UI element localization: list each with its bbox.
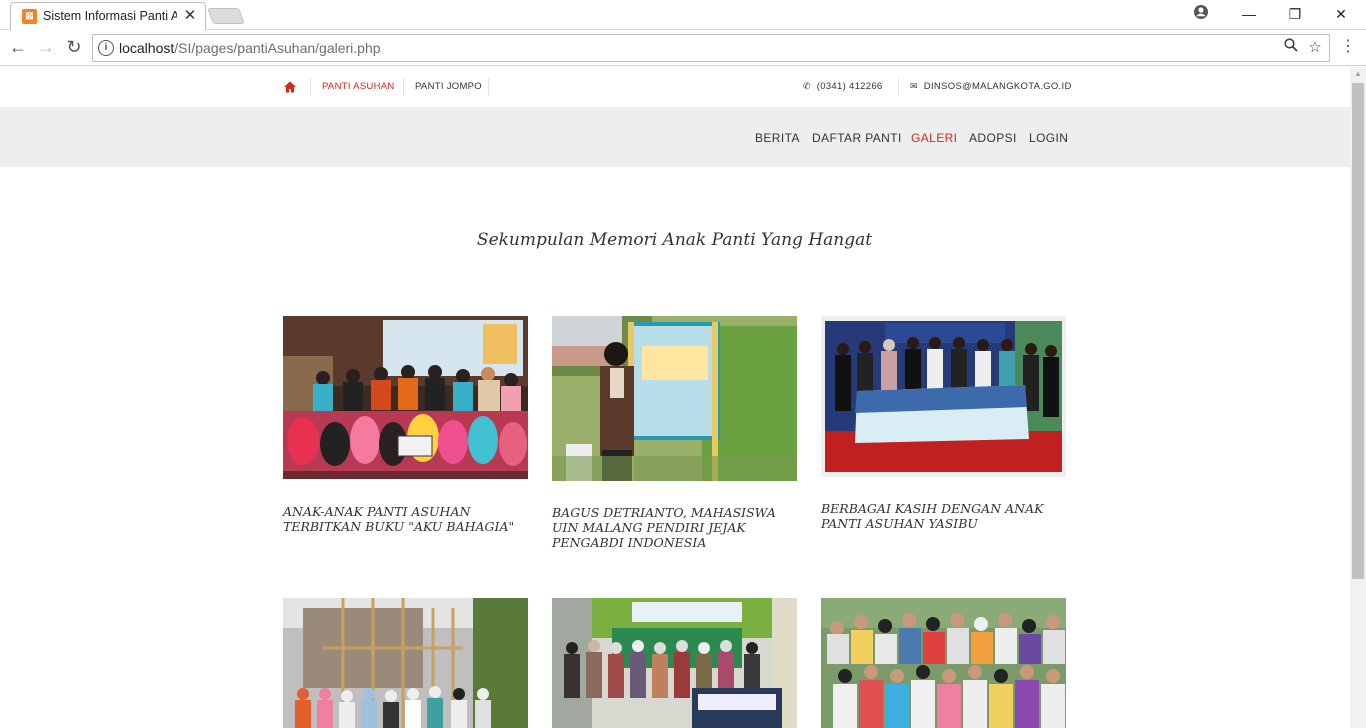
browser-toolbar: ← → ↻ i localhost/SI/pages/pantiAsuhan/g… [0, 30, 1366, 66]
children-crowd-photo[interactable] [821, 598, 1066, 728]
top-info-bar: PANTI ASUHAN PANTI JOMPO ✆ (0341) 412266… [0, 67, 1350, 107]
scrollbar-thumb[interactable] [1352, 83, 1364, 579]
browser-tab-bar: ⊠ Sistem Informasi Panti As ✕ — ❐ ✕ [0, 0, 1366, 30]
gallery-card[interactable]: BAGUS DETRIANTO, MAHASISWA UIN MALANG PE… [552, 316, 797, 556]
gallery-caption[interactable]: BAGUS DETRIANTO, MAHASISWA UIN MALANG PE… [552, 505, 792, 550]
close-window-icon[interactable]: ✕ [1330, 4, 1352, 24]
photo-image [283, 598, 528, 728]
tab-title: Sistem Informasi Panti As [43, 9, 177, 23]
email-contact: ✉ DINSOS@MALANGKOTA.GO.ID [910, 81, 1072, 92]
divider [310, 78, 311, 96]
nav-login[interactable]: LOGIN [1029, 131, 1068, 145]
page-headline: Sekumpulan Memori Anak Panti Yang Hangat [476, 230, 873, 250]
bookmark-star-icon[interactable]: ☆ [1305, 38, 1325, 58]
url-path: /SI/pages/pantiAsuhan/galeri.php [174, 40, 381, 56]
gallery-card[interactable]: BERBAGAI KASIH DENGAN ANAK PANTI ASUHAN … [821, 316, 1066, 556]
restore-icon[interactable]: ❐ [1284, 4, 1306, 24]
gallery-caption[interactable]: ANAK-ANAK PANTI ASUHAN TERBITKAN BUKU "A… [283, 504, 523, 534]
home-icon[interactable] [283, 80, 297, 94]
gallery-card[interactable] [821, 598, 1066, 728]
divider [898, 78, 899, 96]
divider [403, 78, 404, 96]
gallery-card[interactable] [552, 598, 797, 728]
reload-icon[interactable]: ↻ [62, 36, 86, 58]
phone-icon: ✆ [803, 81, 811, 91]
forward-arrow-icon[interactable]: → [34, 36, 58, 58]
browser-tab[interactable]: ⊠ Sistem Informasi Panti As ✕ [10, 2, 206, 30]
photo-image [283, 316, 528, 479]
new-tab-button[interactable] [207, 8, 245, 24]
photo-image [825, 321, 1062, 472]
minimize-icon[interactable]: — [1238, 4, 1260, 24]
address-bar[interactable]: i localhost/SI/pages/pantiAsuhan/galeri.… [92, 34, 1330, 62]
nav-galeri[interactable]: GALERI [911, 131, 957, 145]
tab-close-icon[interactable]: ✕ [183, 7, 197, 25]
nav-daftar-panti[interactable]: DAFTAR PANTI [812, 131, 902, 145]
info-icon[interactable]: i [98, 40, 114, 56]
xampp-icon: ⊠ [22, 9, 37, 24]
page-viewport: PANTI ASUHAN PANTI JOMPO ✆ (0341) 412266… [0, 67, 1350, 728]
photo-image [552, 316, 797, 481]
url-host: localhost [119, 40, 175, 56]
browser-menu-icon[interactable]: ⋮ [1340, 36, 1356, 58]
zoom-icon[interactable] [1281, 38, 1301, 58]
main-nav-bar: BERITA DAFTAR PANTI GALERI ADOPSI LOGIN [0, 107, 1350, 167]
isra-miraj-banner-photo[interactable] [821, 316, 1066, 477]
phone-number: (0341) 412266 [816, 81, 883, 92]
photo-image [552, 598, 797, 728]
topnav-panti-jompo[interactable]: PANTI JOMPO [415, 81, 482, 92]
gallery-card[interactable] [283, 598, 528, 728]
profile-icon[interactable] [1190, 4, 1212, 24]
gallery-caption[interactable]: BERBAGAI KASIH DENGAN ANAK PANTI ASUHAN … [821, 501, 1061, 531]
envelope-icon: ✉ [910, 81, 918, 91]
back-arrow-icon[interactable]: ← [6, 36, 30, 58]
construction-group-photo[interactable] [283, 598, 528, 728]
orphanage-visit-photo[interactable] [552, 598, 797, 728]
topnav-panti-asuhan[interactable]: PANTI ASUHAN [322, 81, 395, 92]
student-with-poster-photo[interactable] [552, 316, 797, 481]
nav-adopsi[interactable]: ADOPSI [969, 131, 1017, 145]
scroll-up-arrow-icon[interactable]: ▲ [1350, 67, 1366, 81]
url-text[interactable]: localhost/SI/pages/pantiAsuhan/galeri.ph… [119, 40, 381, 58]
photo-image [821, 598, 1066, 728]
email-address: DINSOS@MALANGKOTA.GO.ID [923, 81, 1072, 92]
nav-berita[interactable]: BERITA [755, 131, 800, 145]
page-scrollbar[interactable]: ▲ [1350, 67, 1366, 728]
divider [488, 78, 489, 96]
gallery-card[interactable]: ANAK-ANAK PANTI ASUHAN TERBITKAN BUKU "A… [283, 316, 528, 556]
phone-contact: ✆ (0341) 412266 [803, 81, 883, 92]
group-book-launch-photo[interactable] [283, 316, 528, 479]
